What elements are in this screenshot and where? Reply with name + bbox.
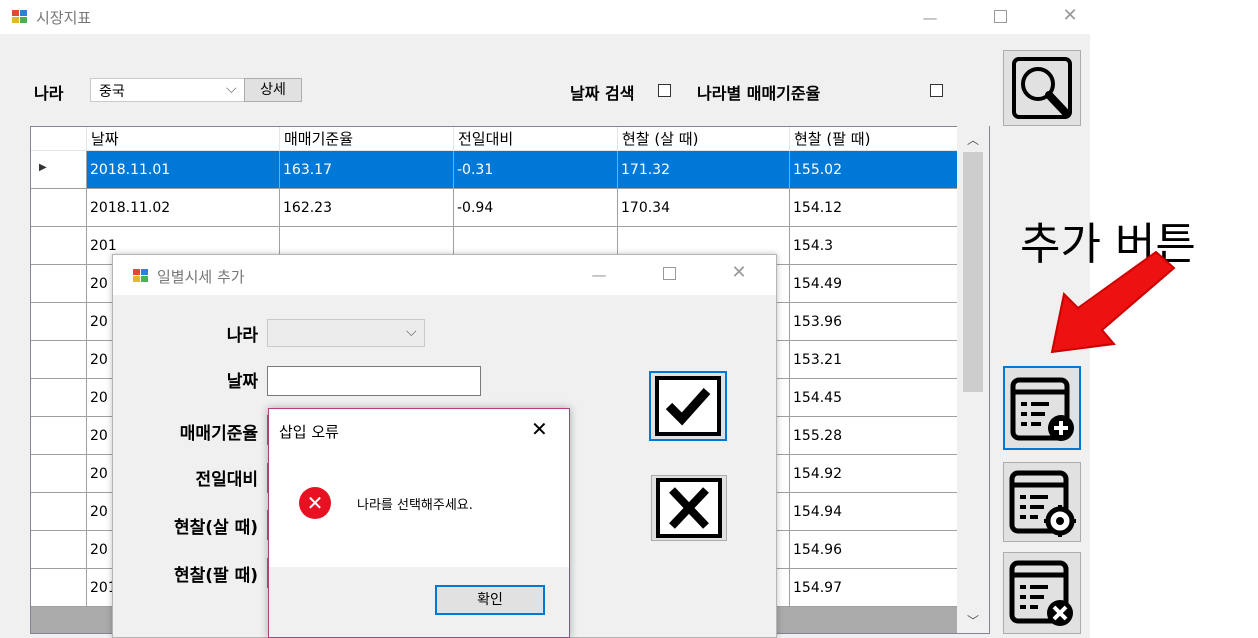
ok-button[interactable]: 확인: [435, 585, 545, 615]
x-mark-icon: [656, 478, 722, 538]
current-row-icon: ▶: [39, 162, 47, 173]
grid-header: 날짜 매매기준율 전일대비 현찰 (살 때) 현찰 (팔 때): [31, 127, 989, 151]
list-settings-icon: [1009, 470, 1076, 537]
list-remove-icon: [1009, 560, 1073, 626]
column-header-cash-buy[interactable]: 현찰 (살 때): [618, 127, 790, 151]
error-icon: ✕: [299, 487, 331, 519]
search-button[interactable]: [1003, 50, 1081, 126]
cell-cash-sell[interactable]: 154.45: [790, 379, 960, 417]
insert-error-messagebox: 삽입 오류 ✕ ✕ 나라를 선택해주세요. 확인: [268, 408, 570, 638]
row-header[interactable]: [31, 455, 87, 493]
red-arrow-icon: [1050, 250, 1176, 354]
row-header[interactable]: [31, 189, 87, 227]
checkmark-icon: [655, 376, 721, 436]
add-button[interactable]: [1003, 366, 1081, 450]
maximize-button[interactable]: [990, 8, 1010, 28]
dialog-title-bar: 일별시세 추가 — ✕: [113, 255, 776, 295]
row-header[interactable]: [31, 417, 87, 455]
chevron-down-icon: ⌵: [226, 81, 237, 97]
column-header-cash-sell[interactable]: 현찰 (팔 때): [790, 127, 960, 151]
dialog-cancel-button[interactable]: [651, 475, 727, 541]
detail-button[interactable]: 상세: [244, 78, 302, 102]
cell-cash-sell[interactable]: 153.96: [790, 303, 960, 341]
dialog-minimize-button[interactable]: —: [589, 265, 609, 285]
country-label: 나라: [34, 84, 64, 103]
cell-cash-sell[interactable]: 154.97: [790, 569, 960, 607]
field-label-country: 나라: [226, 326, 258, 346]
row-header[interactable]: ▶: [31, 151, 87, 189]
row-header[interactable]: [31, 379, 87, 417]
row-header[interactable]: [31, 493, 87, 531]
dialog-country-combo[interactable]: ⌵: [267, 319, 425, 347]
scroll-down-icon[interactable]: ﹀: [967, 612, 979, 629]
scroll-up-icon[interactable]: ︿: [967, 131, 979, 148]
dialog-title: 일별시세 추가: [157, 268, 245, 286]
messagebox-close-button[interactable]: ✕: [531, 417, 548, 441]
row-header[interactable]: [31, 227, 87, 265]
row-header[interactable]: [31, 341, 87, 379]
dialog-app-icon: [133, 269, 149, 283]
dialog-date-input[interactable]: [267, 366, 481, 396]
country-combo-value: 중국: [99, 84, 125, 100]
cell-cash-sell[interactable]: 155.28: [790, 417, 960, 455]
row-header[interactable]: [31, 531, 87, 569]
column-header-change[interactable]: 전일대비: [454, 127, 618, 151]
cell-cash-buy[interactable]: 170.34: [618, 189, 790, 227]
row-header[interactable]: [31, 265, 87, 303]
messagebox-message: 나라를 선택해주세요.: [357, 498, 473, 513]
cell-cash-sell[interactable]: 155.02: [790, 151, 960, 189]
minimize-button[interactable]: —: [920, 8, 940, 28]
messagebox-title: 삽입 오류: [279, 423, 339, 441]
dialog-confirm-button[interactable]: [649, 371, 727, 441]
row-header[interactable]: [31, 569, 87, 607]
field-label-change: 전일대비: [195, 470, 258, 490]
messagebox-body: ✕ 나라를 선택해주세요.: [269, 449, 569, 567]
cell-rate[interactable]: 162.23: [280, 189, 454, 227]
messagebox-footer: 확인: [269, 567, 569, 637]
cell-cash-buy[interactable]: 171.32: [618, 151, 790, 189]
cell-cash-sell[interactable]: 154.3: [790, 227, 960, 265]
country-combo[interactable]: 중국 ⌵: [90, 78, 245, 102]
cell-cash-sell[interactable]: 154.12: [790, 189, 960, 227]
title-bar: 시장지표 — ✕: [0, 0, 1090, 34]
cell-change[interactable]: -0.31: [454, 151, 618, 189]
field-label-rate: 매매기준율: [179, 424, 258, 444]
date-search-checkbox[interactable]: [658, 84, 671, 97]
cell-cash-sell[interactable]: 154.49: [790, 265, 960, 303]
cell-cash-sell[interactable]: 154.96: [790, 531, 960, 569]
country-rate-checkbox[interactable]: [930, 84, 943, 97]
date-search-label: 날짜 검색: [570, 84, 635, 103]
magnifier-icon: [1012, 57, 1072, 119]
cell-rate[interactable]: 163.17: [280, 151, 454, 189]
cell-cash-sell[interactable]: 154.92: [790, 455, 960, 493]
table-row[interactable]: ▶ 2018.11.01 163.17 -0.31 171.32 155.02: [31, 151, 989, 189]
row-header[interactable]: [31, 303, 87, 341]
app-icon: [12, 10, 28, 24]
delete-button[interactable]: [1003, 552, 1081, 634]
edit-button[interactable]: [1003, 462, 1081, 542]
table-row[interactable]: 2018.11.02 162.23 -0.94 170.34 154.12: [31, 189, 989, 227]
chevron-down-icon: ⌵: [406, 324, 417, 340]
cell-cash-sell[interactable]: 153.21: [790, 341, 960, 379]
field-label-cash-sell: 현찰(팔 때): [173, 566, 258, 586]
grid-vertical-scrollbar[interactable]: ︿ ﹀: [957, 126, 989, 633]
column-header-rate[interactable]: 매매기준율: [280, 127, 454, 151]
list-add-icon: [1010, 377, 1074, 441]
country-rate-label: 나라별 매매기준율: [697, 84, 821, 103]
column-header-date[interactable]: 날짜: [87, 127, 280, 151]
field-label-date: 날짜: [226, 372, 258, 392]
cell-cash-sell[interactable]: 154.94: [790, 493, 960, 531]
scroll-thumb[interactable]: [963, 152, 983, 392]
cell-date[interactable]: 2018.11.02: [87, 189, 280, 227]
cell-change[interactable]: -0.94: [454, 189, 618, 227]
window-title: 시장지표: [36, 9, 92, 27]
cell-date[interactable]: 2018.11.01: [87, 151, 280, 189]
dialog-close-button[interactable]: ✕: [729, 263, 749, 283]
close-button[interactable]: ✕: [1060, 6, 1080, 26]
dialog-maximize-button[interactable]: [659, 265, 679, 285]
field-label-cash-buy: 현찰(살 때): [173, 518, 258, 538]
